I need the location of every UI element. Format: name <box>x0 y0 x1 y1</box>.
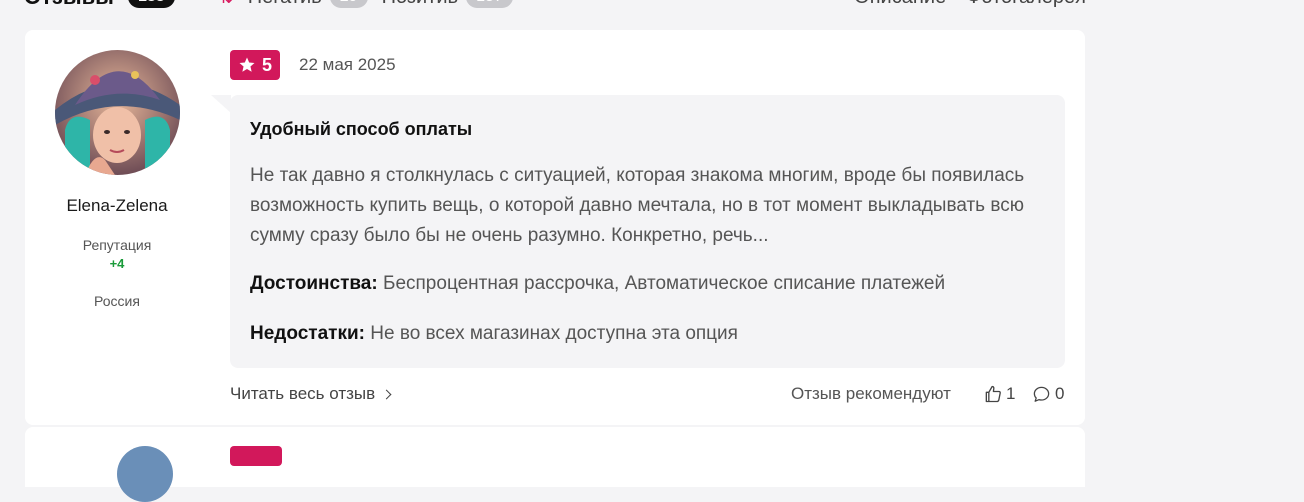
star-icon <box>239 57 255 72</box>
read-more-label: Читать весь отзыв <box>230 384 376 403</box>
tabs-left: Отзывы 188 ⇅ Негатив 29 Позитив 157 <box>24 0 513 10</box>
chevron-right-icon <box>381 389 392 400</box>
rating-value: 5 <box>262 54 273 75</box>
bubble-tail <box>211 95 231 113</box>
comment-icon <box>1033 386 1050 402</box>
reputation-value: +4 <box>109 256 125 271</box>
review-tabs: Отзывы 188 ⇅ Негатив 29 Позитив 157 Опис… <box>24 0 1086 12</box>
rating-badge: 5 <box>230 50 281 80</box>
reputation-label: Репутация <box>82 237 152 253</box>
avatar[interactable] <box>55 50 180 175</box>
review-card: Elena-Zelena Репутация +4 Россия 5 22 ма… <box>25 30 1085 425</box>
tab-positive-label: Позитив <box>382 0 459 9</box>
author-country: Россия <box>94 293 140 309</box>
comments-count: 0 <box>1055 384 1065 403</box>
cons-text: Не во всех магазинах доступна эта опция <box>370 323 738 344</box>
review-cons: Недостатки: Не во всех магазинах доступн… <box>250 323 738 345</box>
pros-label: Достоинства: <box>250 273 378 294</box>
next-review-card <box>25 427 1085 502</box>
likes-count: 1 <box>1006 384 1016 403</box>
tabs-right: Описание Фотогалерея <box>854 0 1086 9</box>
tab-negative[interactable]: Негатив 29 <box>248 0 368 9</box>
review-date: 22 мая 2025 <box>299 55 396 74</box>
tab-description[interactable]: Описание <box>854 0 946 9</box>
tab-positive[interactable]: Позитив 157 <box>382 0 513 9</box>
negative-count-badge: 29 <box>329 0 368 8</box>
next-rating-badge <box>230 446 282 466</box>
comments-button[interactable]: 0 <box>1032 384 1064 404</box>
tab-gallery[interactable]: Фотогалерея <box>966 0 1086 9</box>
tab-negative-label: Негатив <box>248 0 322 9</box>
read-full-review-link[interactable]: Читать весь отзыв <box>230 384 392 404</box>
avatar-image <box>55 50 180 175</box>
pros-text: Беспроцентная рассрочка, Автоматическое … <box>382 273 946 294</box>
review-bubble: Удобный способ оплаты Не так давно я сто… <box>230 95 1065 368</box>
positive-count-badge: 157 <box>466 0 513 8</box>
next-avatar[interactable] <box>117 446 173 502</box>
author-name[interactable]: Elena-Zelena <box>25 196 209 216</box>
cons-label: Недостатки: <box>250 323 365 344</box>
thumbs-up-icon <box>985 385 1001 403</box>
review-pros: Достоинства: Беспроцентная рассрочка, Ав… <box>250 273 945 295</box>
recommend-label: Отзыв рекомендуют <box>791 384 951 403</box>
review-text: Не так давно я столкнулась с ситуацией, … <box>250 165 1025 246</box>
tab-reviews[interactable]: Отзывы <box>24 0 114 10</box>
reviews-count-badge: 188 <box>127 0 175 8</box>
review-title[interactable]: Удобный способ оплаты <box>250 119 472 140</box>
like-button[interactable]: 1 <box>983 384 1015 404</box>
sort-icon[interactable]: ⇅ <box>219 0 234 8</box>
